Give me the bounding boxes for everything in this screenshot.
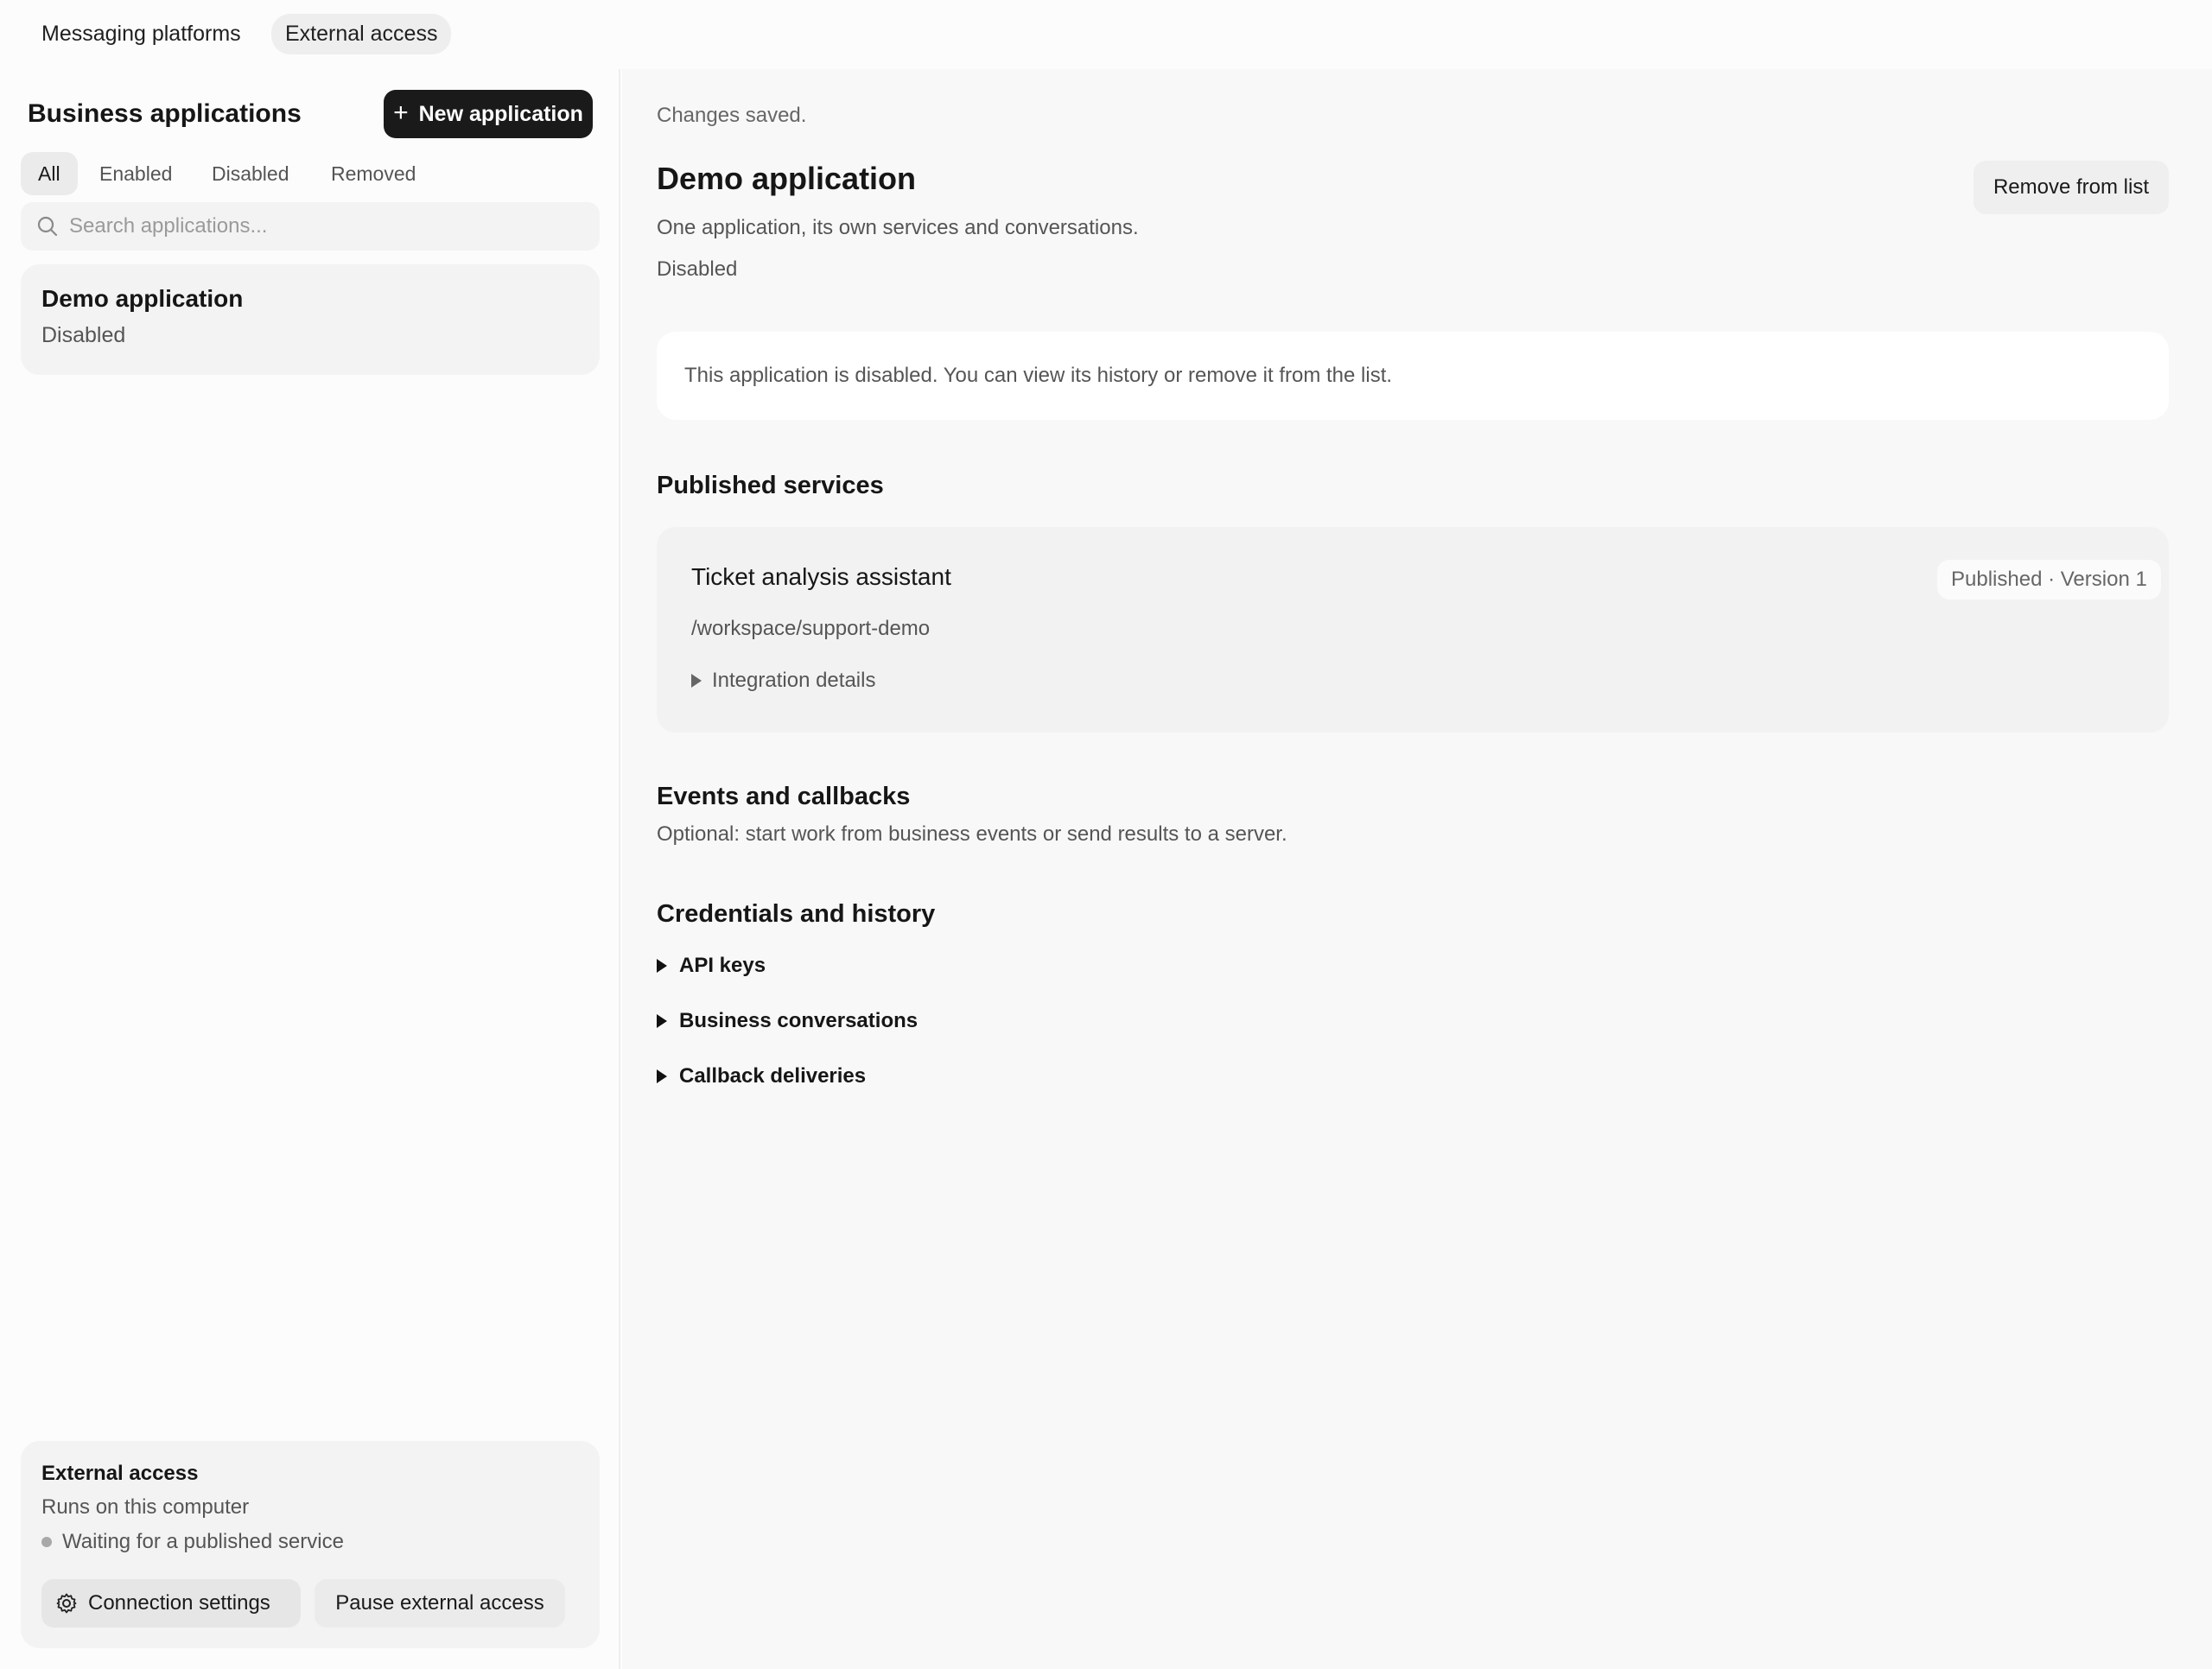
app-status: Disabled — [657, 257, 738, 281]
app-root: Messaging platforms External access Busi… — [0, 0, 2212, 1669]
gear-icon — [56, 1593, 77, 1614]
api-keys-label: API keys — [679, 954, 766, 977]
external-access-status: Waiting for a published service — [41, 1530, 344, 1554]
callback-deliveries-toggle[interactable]: Callback deliveries — [657, 1064, 866, 1088]
external-access-subtitle: Runs on this computer — [41, 1495, 250, 1519]
external-access-panel: External access Runs on this computer Wa… — [21, 1441, 600, 1648]
service-path: /workspace/support-demo — [691, 617, 931, 640]
new-application-button[interactable]: + New application — [384, 90, 593, 138]
app-description: One application, its own services and co… — [657, 216, 1139, 239]
app-list-item-name: Demo application — [41, 285, 244, 312]
filter-removed[interactable]: Removed — [314, 152, 433, 195]
published-services-title: Published services — [657, 472, 884, 499]
save-status: Changes saved. — [657, 104, 807, 127]
page-title: Demo application — [657, 161, 917, 196]
pause-external-access-button[interactable]: Pause external access — [315, 1579, 565, 1628]
tab-external-access[interactable]: External access — [271, 14, 452, 54]
sidebar-title: Business applications — [28, 99, 302, 128]
filter-enabled[interactable]: Enabled — [82, 152, 189, 195]
tab-messaging-platforms[interactable]: Messaging platforms — [28, 14, 255, 54]
filter-all[interactable]: All — [21, 152, 78, 195]
filter-disabled[interactable]: Disabled — [194, 152, 307, 195]
disabled-notice: This application is disabled. You can vi… — [657, 332, 2169, 420]
remove-from-list-button[interactable]: Remove from list — [1974, 161, 2169, 214]
new-application-label: New application — [418, 101, 583, 126]
external-access-status-text: Waiting for a published service — [62, 1530, 344, 1553]
search-box — [21, 202, 600, 251]
events-callbacks-title: Events and callbacks — [657, 783, 911, 810]
service-card: Ticket analysis assistant Published · Ve… — [657, 527, 2169, 733]
status-dot-icon — [41, 1537, 52, 1547]
connection-settings-button[interactable]: Connection settings — [41, 1579, 301, 1628]
callback-deliveries-label: Callback deliveries — [679, 1064, 867, 1088]
business-conversations-toggle[interactable]: Business conversations — [657, 1009, 918, 1033]
plus-icon: + — [393, 98, 409, 127]
app-list-item-status: Disabled — [41, 323, 126, 347]
top-bar: Messaging platforms External access — [0, 0, 2212, 69]
triangle-right-icon — [657, 1014, 667, 1028]
service-name: Ticket analysis assistant — [691, 563, 951, 590]
sidebar: Business applications + New application … — [0, 69, 620, 1669]
app-list-item[interactable]: Demo application Disabled — [21, 264, 600, 375]
events-callbacks-description: Optional: start work from business event… — [657, 822, 1287, 846]
external-access-title: External access — [41, 1462, 199, 1485]
api-keys-toggle[interactable]: API keys — [657, 954, 766, 978]
triangle-right-icon — [657, 1069, 667, 1083]
triangle-right-icon — [657, 959, 667, 973]
credentials-history-title: Credentials and history — [657, 900, 936, 928]
connection-settings-label: Connection settings — [88, 1591, 270, 1615]
triangle-right-icon — [691, 674, 702, 688]
search-input[interactable] — [69, 202, 588, 251]
search-icon — [37, 216, 58, 237]
integration-details-toggle[interactable]: Integration details — [691, 669, 875, 693]
status-badge: Published · Version 1 — [1937, 560, 2161, 600]
business-conversations-label: Business conversations — [679, 1009, 918, 1032]
main-panel: Changes saved. Demo application One appl… — [622, 69, 2212, 1669]
integration-details-label: Integration details — [712, 669, 876, 692]
